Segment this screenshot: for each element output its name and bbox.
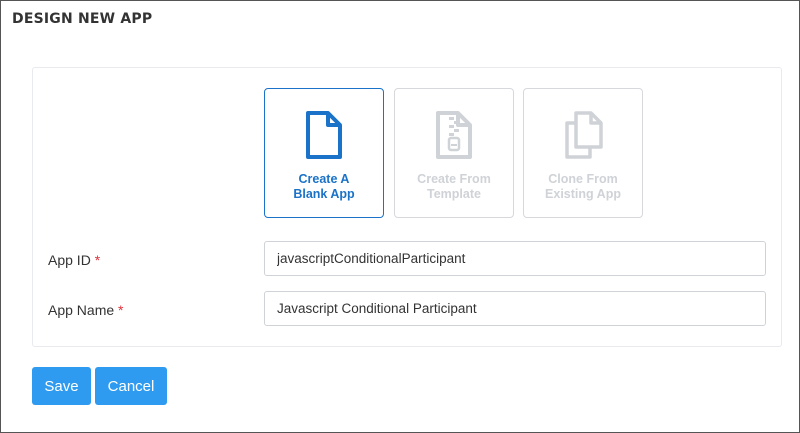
zip-file-icon [436, 111, 472, 159]
app-name-label: App Name * [48, 302, 124, 318]
cancel-button[interactable]: Cancel [95, 367, 167, 405]
required-mark: * [118, 302, 124, 318]
dialog-frame: DESIGN NEW APP Create A Blank App Create… [0, 0, 800, 433]
required-mark: * [94, 252, 101, 268]
option-label: Create From Template [417, 172, 491, 201]
file-icon [306, 111, 342, 159]
app-id-label: App ID * [48, 252, 100, 268]
option-label: Clone From Existing App [545, 172, 621, 201]
page-title: DESIGN NEW APP [12, 11, 153, 27]
option-label: Create A Blank App [293, 172, 355, 201]
app-id-label-text: App ID [48, 252, 91, 268]
clone-from-existing-app-option[interactable]: Clone From Existing App [523, 88, 643, 218]
create-from-template-option[interactable]: Create From Template [394, 88, 514, 218]
app-name-label-text: App Name [48, 302, 115, 318]
create-blank-app-option[interactable]: Create A Blank App [264, 88, 384, 218]
app-id-input[interactable] [264, 241, 766, 276]
copy-files-icon [565, 111, 603, 159]
save-button[interactable]: Save [32, 367, 91, 405]
app-name-input[interactable] [264, 291, 766, 326]
